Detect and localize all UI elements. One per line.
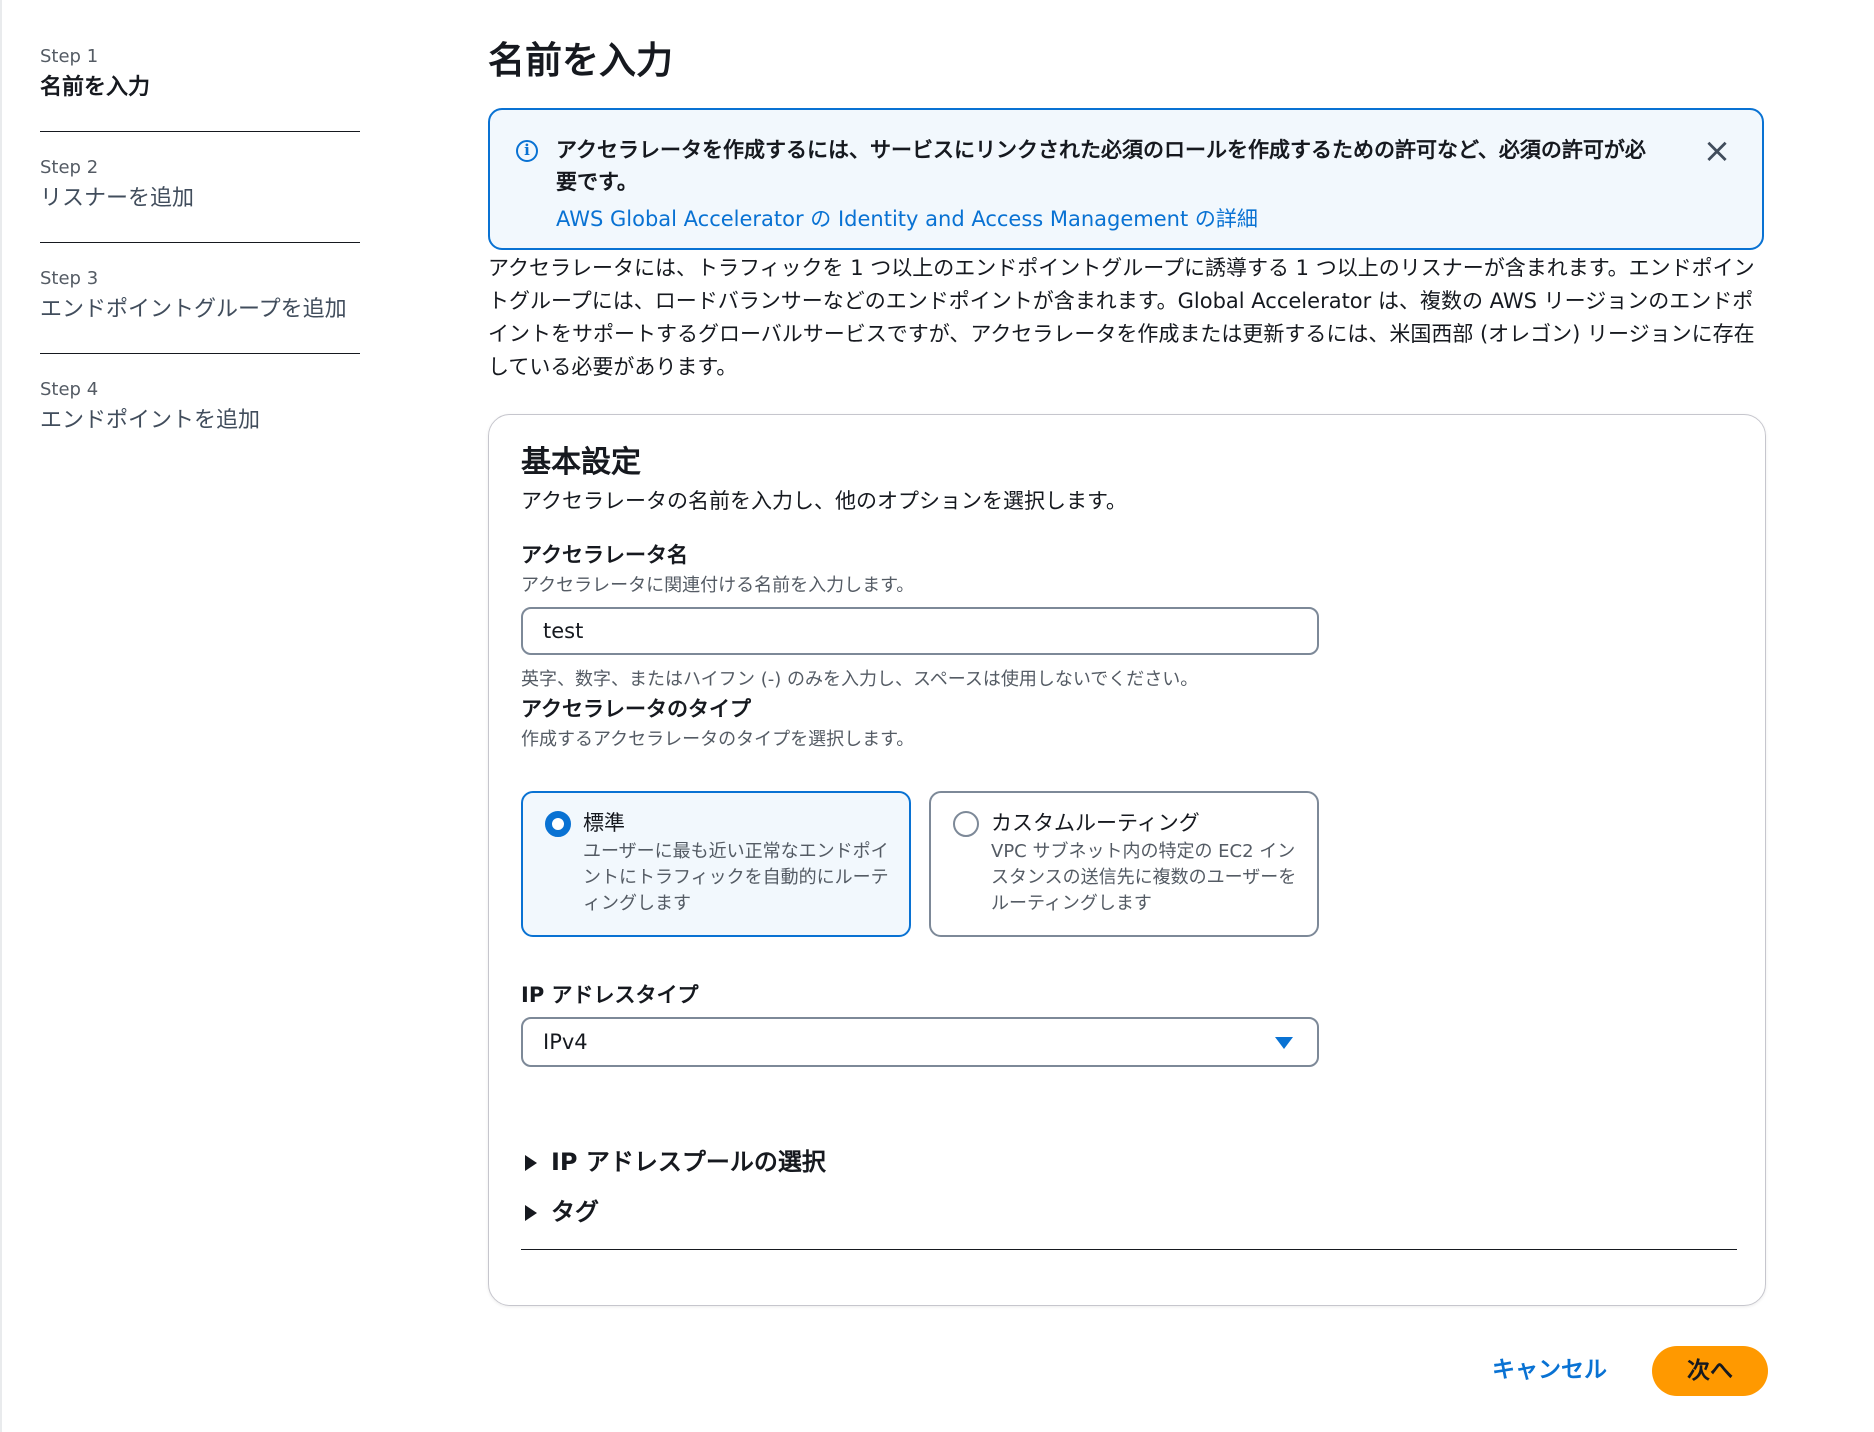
accelerator-name-constraint: 英字、数字、またはハイフン (-) のみを入力し、スペースは使用しないでください… bbox=[521, 669, 1199, 690]
expander-label: タグ bbox=[551, 1198, 599, 1226]
selected-value: IPv4 bbox=[543, 1030, 588, 1054]
step-label: エンドポイントグループを追加 bbox=[40, 297, 347, 322]
step-label: 名前を入力 bbox=[40, 75, 151, 100]
basic-settings-panel: 基本設定 アクセラレータの名前を入力し、他のオプションを選択します。 アクセラレ… bbox=[488, 414, 1766, 1306]
radio-unselected[interactable] bbox=[953, 811, 979, 837]
caret-down-icon bbox=[1275, 1037, 1293, 1049]
step-1[interactable]: Step 1 名前を入力 bbox=[40, 45, 360, 132]
close-icon[interactable]: × bbox=[1702, 134, 1732, 168]
page-description: アクセラレータには、トラフィックを 1 つ以上のエンドポイントグループに誘導する… bbox=[488, 256, 1755, 379]
step-3[interactable]: Step 3 エンドポイントグループを追加 bbox=[40, 267, 360, 354]
step-label: リスナーを追加 bbox=[40, 186, 195, 211]
step-2[interactable]: Step 2 リスナーを追加 bbox=[40, 156, 360, 243]
divider bbox=[521, 1249, 1737, 1250]
accelerator-name-input[interactable]: test bbox=[521, 607, 1319, 655]
type-option-standard[interactable]: 標準 ユーザーに最も近い正常なエンドポイントにトラフィックを自動的にルーティング… bbox=[521, 791, 911, 937]
next-button[interactable]: 次へ bbox=[1652, 1346, 1768, 1396]
step-label: エンドポイントを追加 bbox=[40, 408, 261, 433]
window-edge bbox=[0, 0, 2, 1432]
alert-message: アクセラレータを作成するには、サービスにリンクされた必須のロールを作成するための… bbox=[556, 138, 1646, 194]
caret-right-icon bbox=[525, 1155, 537, 1171]
accelerator-type-description: 作成するアクセラレータのタイプを選択します。 bbox=[521, 729, 915, 750]
ip-address-type-select[interactable]: IPv4 bbox=[521, 1017, 1319, 1067]
step-4[interactable]: Step 4 エンドポイントを追加 bbox=[40, 378, 360, 464]
option-title: カスタムルーティング bbox=[991, 811, 1200, 835]
info-alert: i アクセラレータを作成するには、サービスにリンクされた必須のロールを作成するた… bbox=[488, 108, 1764, 250]
step-number: Step 2 bbox=[40, 157, 99, 178]
expander-label: IP アドレスプールの選択 bbox=[551, 1148, 826, 1176]
accelerator-name-description: アクセラレータに関連付ける名前を入力します。 bbox=[521, 575, 915, 596]
option-title: 標準 bbox=[583, 811, 625, 835]
option-description: ユーザーに最も近い正常なエンドポイントにトラフィックを自動的にルーティングします bbox=[583, 841, 889, 914]
accelerator-name-label: アクセラレータ名 bbox=[521, 543, 688, 567]
panel-description: アクセラレータの名前を入力し、他のオプションを選択します。 bbox=[521, 489, 1127, 513]
ip-address-type-label: IP アドレスタイプ bbox=[521, 983, 699, 1007]
step-number: Step 3 bbox=[40, 268, 99, 289]
wizard-steps: Step 1 名前を入力 Step 2 リスナーを追加 Step 3 エンドポイ… bbox=[40, 45, 360, 488]
step-number: Step 1 bbox=[40, 46, 99, 67]
cancel-button[interactable]: キャンセル bbox=[1488, 1348, 1611, 1392]
accelerator-type-label: アクセラレータのタイプ bbox=[521, 697, 751, 721]
page-title: 名前を入力 bbox=[488, 39, 673, 82]
caret-right-icon bbox=[525, 1205, 537, 1221]
radio-selected[interactable] bbox=[545, 811, 571, 837]
type-option-custom-routing[interactable]: カスタムルーティング VPC サブネット内の特定の EC2 インスタンスの送信先… bbox=[929, 791, 1319, 937]
step-number: Step 4 bbox=[40, 379, 99, 400]
option-description: VPC サブネット内の特定の EC2 インスタンスの送信先に複数のユーザーをルー… bbox=[991, 841, 1297, 914]
info-icon: i bbox=[516, 140, 538, 162]
iam-details-link[interactable]: AWS Global Accelerator の Identity and Ac… bbox=[556, 203, 1258, 233]
panel-title: 基本設定 bbox=[521, 445, 641, 480]
